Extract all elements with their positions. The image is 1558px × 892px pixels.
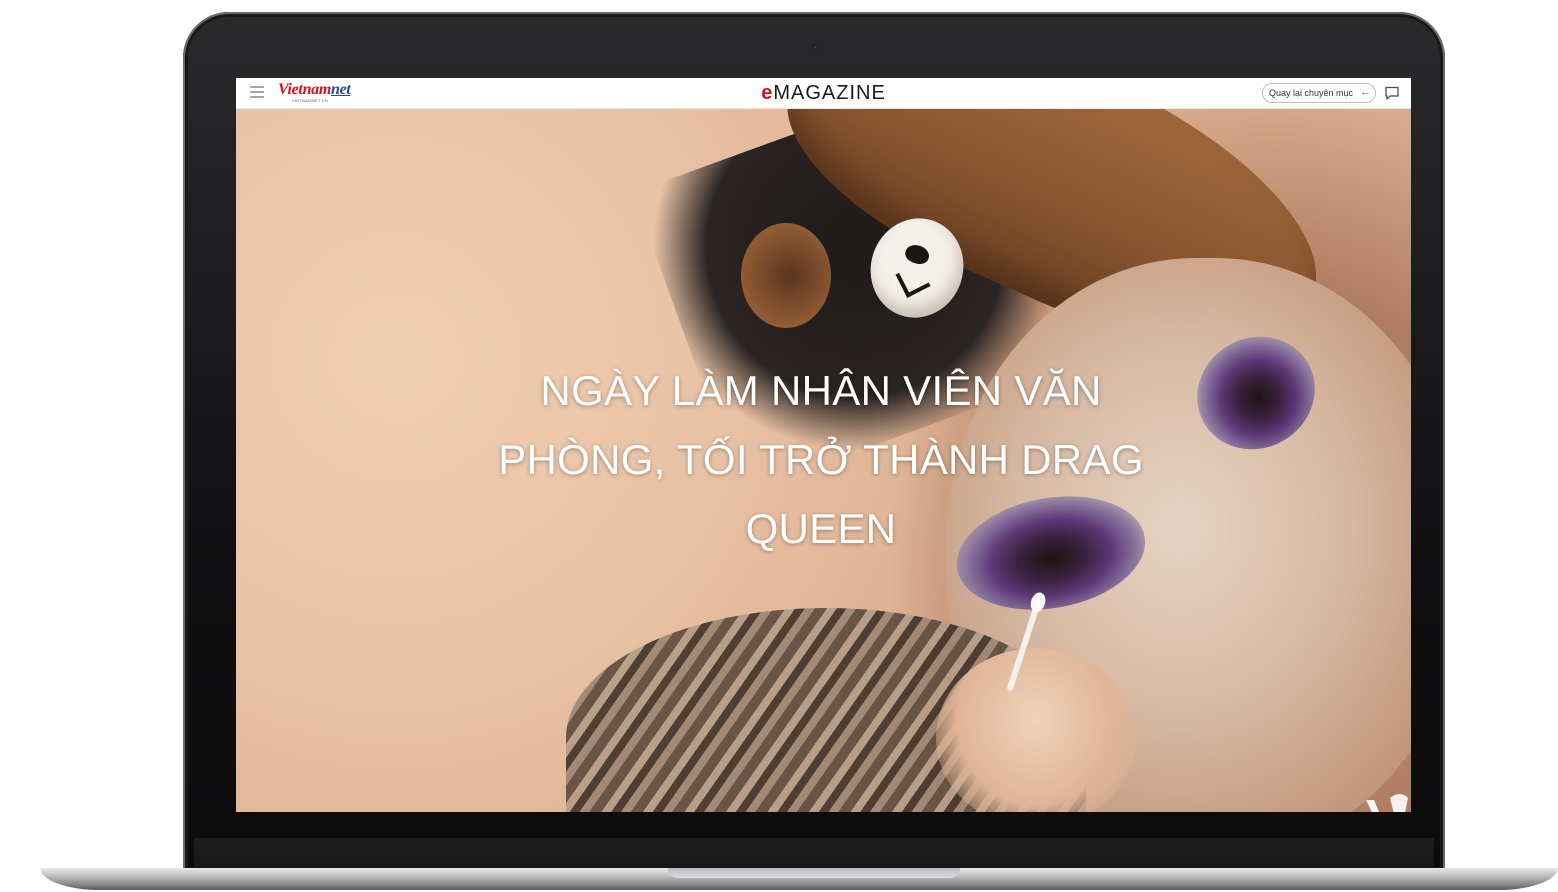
article-title: NGÀY LÀM NHÂN VIÊN VĂN PHÒNG, TỐI TRỞ TH… <box>498 367 1144 552</box>
logo-net-text: net <box>331 81 351 98</box>
webcam-icon <box>812 44 819 51</box>
laptop-chin <box>194 838 1434 872</box>
arrow-left-icon: ← <box>1360 86 1372 98</box>
logo-subtext: VIETNAMNET.VN <box>292 98 328 103</box>
bear-ear <box>741 223 831 328</box>
comment-icon[interactable] <box>1384 85 1400 101</box>
logo-main-text: Vietnam <box>278 81 332 98</box>
brand-magazine: MAGAZINE <box>773 82 886 104</box>
back-button-label: Quay lại chuyên mục <box>1269 88 1354 98</box>
brand-e: e <box>761 82 774 104</box>
browser-screen: Vietnamnet VIETNAMNET.VN eMAGAZINE Quay … <box>236 78 1411 812</box>
laptop-base-notch <box>668 868 960 878</box>
back-to-section-button[interactable]: Quay lại chuyên mục ← <box>1262 83 1377 103</box>
vietnamnet-v-logo <box>1366 794 1408 812</box>
site-header: Vietnamnet VIETNAMNET.VN eMAGAZINE Quay … <box>236 78 1411 109</box>
vietnamnet-logo[interactable]: Vietnamnet VIETNAMNET.VN <box>278 82 351 104</box>
emagazine-brand[interactable]: eMAGAZINE <box>736 82 911 105</box>
hamburger-menu-icon[interactable] <box>250 86 264 98</box>
